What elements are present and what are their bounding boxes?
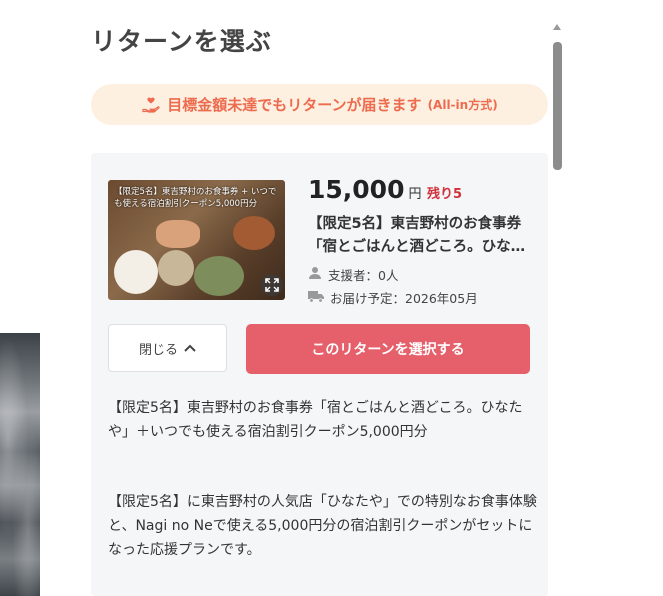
reward-image[interactable]: 【限定5名】東吉野村のお食事券 + いつでも使える宿泊割引クーポン5,000円分 [108,180,285,300]
reward-description-detail: 【限定5名】に東吉野村の人気店「ひなたや」での特別なお食事体験と、Nagi no… [108,494,537,558]
background-landscape-photo [0,333,40,596]
scrollbar[interactable] [551,22,564,596]
select-reward-button[interactable]: このリターンを選択する [246,324,530,374]
hand-heart-icon [141,95,161,115]
reward-title: 【限定5名】東吉野村のお食事券「宿とごはんと酒どころ。ひなたや」＋いつでも使える… [308,216,526,255]
reward-price-unit: 円 [408,187,422,202]
scrollbar-thumb[interactable] [553,42,562,170]
reward-price-value: 15,000 [308,175,405,204]
reward-price: 15,000 円 [308,175,422,204]
all-in-notice-text: 目標金額未達でもリターンが届きます [167,96,422,114]
truck-icon [308,289,324,306]
delivery-label: お届け予定：2026年05月 [330,291,478,306]
page-title: リターンを選ぶ [91,27,272,56]
person-icon [308,266,322,283]
reward-description-summary: 【限定5名】東吉野村のお食事券「宿とごはんと酒どころ。ひなたや」＋いつでも使える… [108,400,523,440]
close-details-button[interactable]: 閉じる [108,324,227,372]
all-in-method-label: (All-in方式) [427,98,498,112]
supporters-label: 支援者：0人 [328,268,399,283]
reward-image-caption: 【限定5名】東吉野村のお食事券 + いつでも使える宿泊割引クーポン5,000円分 [114,187,277,209]
expand-icon[interactable] [261,274,283,296]
scroll-up-arrow-icon[interactable] [553,24,561,30]
remaining-count-badge: 残り5 [427,187,463,202]
delivery-schedule: お届け予定：2026年05月 [308,288,478,307]
reward-card: 【限定5名】東吉野村のお食事券 + いつでも使える宿泊割引クーポン5,000円分… [91,153,548,596]
supporters-count: 支援者：0人 [308,265,398,284]
chevron-up-icon [184,341,196,356]
close-details-label: 閉じる [138,342,178,358]
all-in-notice-banner: 目標金額未達でもリターンが届きます (All-in方式) [91,84,548,125]
